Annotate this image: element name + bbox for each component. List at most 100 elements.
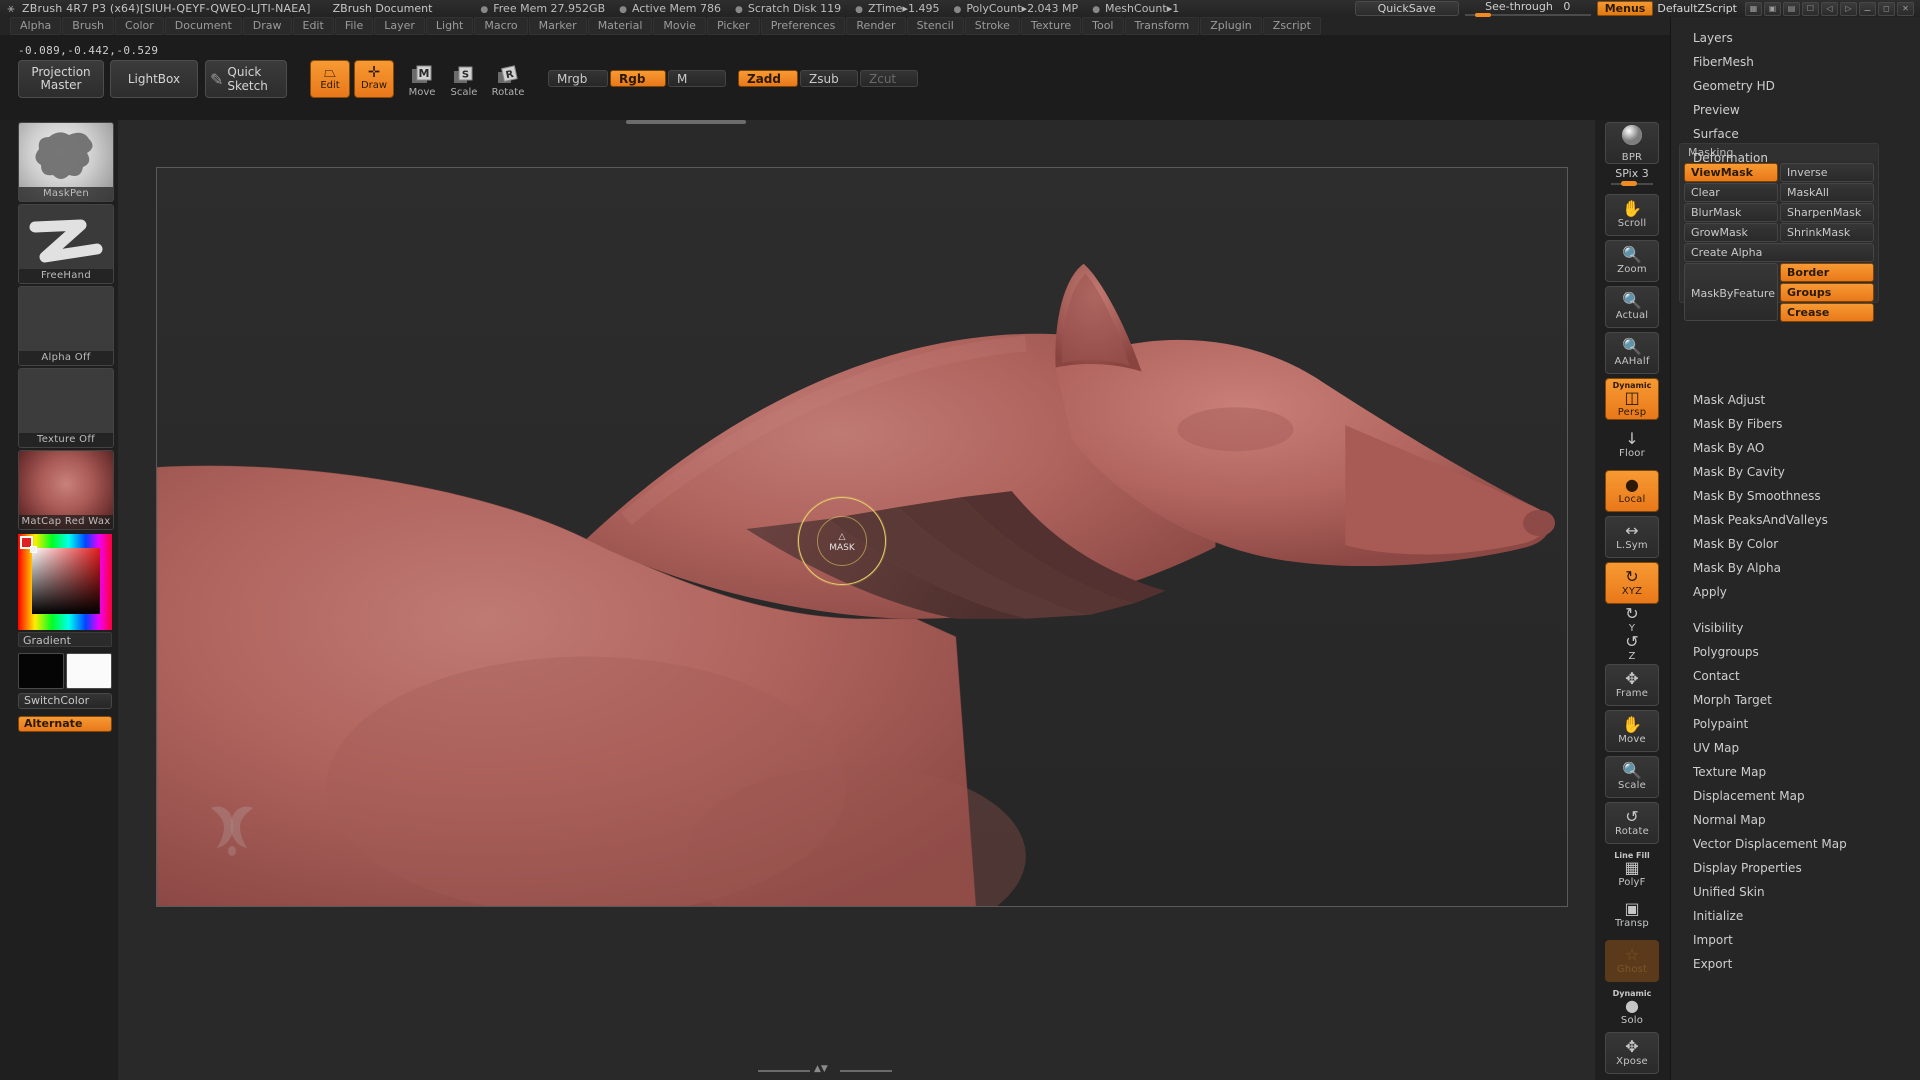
shelf-button-z[interactable]: ↺ Z — [1605, 634, 1659, 663]
menu-item-stencil[interactable]: Stencil — [906, 17, 964, 35]
groups-button[interactable]: Groups — [1780, 283, 1874, 302]
window-icon[interactable]: ☐ — [1802, 1, 1819, 16]
growmask-button[interactable]: GrowMask — [1684, 223, 1778, 242]
material-slot[interactable]: MatCap Red Wax — [18, 450, 114, 530]
projection-master-button[interactable]: Projection Master — [18, 60, 104, 98]
tool-row-surface[interactable]: Surface — [1681, 125, 1881, 144]
tool-row-contact[interactable]: Contact — [1681, 667, 1881, 686]
shelf-button-zoom[interactable]: 🔍 Zoom — [1605, 240, 1659, 282]
menus-button[interactable]: Menus — [1596, 1, 1654, 16]
mask-row-mask-adjust[interactable]: Mask Adjust — [1681, 391, 1881, 410]
menu-item-render[interactable]: Render — [846, 17, 906, 35]
shelf-button-actual[interactable]: 🔍 Actual — [1605, 286, 1659, 328]
menu-item-zplugin[interactable]: Zplugin — [1200, 17, 1262, 35]
mask-row-mask-by-ao[interactable]: Mask By AO — [1681, 439, 1881, 458]
shelf-button-persp[interactable]: Dynamic ◫ Persp — [1605, 378, 1659, 420]
close-icon[interactable]: ✕ — [1897, 1, 1914, 16]
menu-item-preferences[interactable]: Preferences — [760, 17, 846, 35]
spix-knob[interactable] — [1621, 181, 1637, 186]
tool-row-display-properties[interactable]: Display Properties — [1681, 859, 1881, 878]
menu-item-layer[interactable]: Layer — [374, 17, 425, 35]
tool-row-displacement-map[interactable]: Displacement Map — [1681, 787, 1881, 806]
draw-mode-button[interactable]: ✛ Draw — [354, 60, 394, 98]
canvas-top-handle[interactable] — [626, 120, 746, 124]
gradient-button[interactable]: Gradient — [18, 632, 112, 647]
shrinkmask-button[interactable]: ShrinkMask — [1780, 223, 1874, 242]
saturation-value-square[interactable] — [32, 548, 100, 614]
blurmask-button[interactable]: BlurMask — [1684, 203, 1778, 222]
tool-row-uv-map[interactable]: UV Map — [1681, 739, 1881, 758]
mask-row-mask-by-cavity[interactable]: Mask By Cavity — [1681, 463, 1881, 482]
tool-row-polygroups[interactable]: Polygroups — [1681, 643, 1881, 662]
zsub-button[interactable]: Zsub — [800, 70, 858, 87]
sharpenmask-button[interactable]: SharpenMask — [1780, 203, 1874, 222]
tray-left-icon[interactable]: ◁ — [1821, 1, 1838, 16]
primary-color-swatch[interactable] — [18, 653, 64, 689]
menu-item-marker[interactable]: Marker — [528, 17, 587, 35]
maskall-button[interactable]: MaskAll — [1780, 183, 1874, 202]
tool-row-morph-target[interactable]: Morph Target — [1681, 691, 1881, 710]
menu-item-brush[interactable]: Brush — [62, 17, 115, 35]
menu-item-edit[interactable]: Edit — [292, 17, 334, 35]
lightbox-button[interactable]: LightBox — [110, 60, 198, 98]
menu-item-color[interactable]: Color — [115, 17, 164, 35]
mask-row-mask-by-smoothness[interactable]: Mask By Smoothness — [1681, 487, 1881, 506]
document-frame[interactable]: △ MASK — [156, 167, 1568, 907]
mask-row-apply[interactable]: Apply — [1681, 583, 1881, 602]
alternate-button[interactable]: Alternate — [18, 716, 112, 732]
mrgb-button[interactable]: Mrgb — [548, 70, 608, 87]
shelf-button-scale[interactable]: 🔍 Scale — [1605, 756, 1659, 798]
tool-row-vector-displacement-map[interactable]: Vector Displacement Map — [1681, 835, 1881, 854]
tool-row-visibility[interactable]: Visibility — [1681, 619, 1881, 638]
tool-row-deformation[interactable]: Deformation — [1681, 149, 1881, 168]
rotate-mode-button[interactable]: R Rotate — [486, 62, 530, 98]
quicksave-button[interactable]: QuickSave — [1354, 1, 1459, 16]
tray-right-icon[interactable]: ▷ — [1840, 1, 1857, 16]
shelf-button-floor[interactable]: ↓ Floor — [1605, 424, 1659, 466]
menu-item-macro[interactable]: Macro — [474, 17, 528, 35]
clear-mask-button[interactable]: Clear — [1684, 183, 1778, 202]
menu-item-file[interactable]: File — [334, 17, 374, 35]
mask-row-mask-peaksandvalleys[interactable]: Mask PeaksAndValleys — [1681, 511, 1881, 530]
menu-item-texture[interactable]: Texture — [1020, 17, 1082, 35]
mask-row-mask-by-fibers[interactable]: Mask By Fibers — [1681, 415, 1881, 434]
tool-row-polypaint[interactable]: Polypaint — [1681, 715, 1881, 734]
shelf-button-transp[interactable]: ▣ Transp — [1605, 894, 1659, 936]
crease-button[interactable]: Crease — [1780, 303, 1874, 322]
brush-slot[interactable]: MaskPen — [18, 122, 114, 202]
shelf-button-rotate[interactable]: ↺ Rotate — [1605, 802, 1659, 844]
tool-row-texture-map[interactable]: Texture Map — [1681, 763, 1881, 782]
shelf-button-xyz[interactable]: ↻ XYZ — [1605, 562, 1659, 604]
create-alpha-button[interactable]: Create Alpha — [1684, 243, 1874, 262]
alpha-slot[interactable]: Alpha Off — [18, 286, 114, 366]
menu-item-light[interactable]: Light — [425, 17, 474, 35]
edit-mode-button[interactable]: ⏢ Edit — [310, 60, 350, 98]
menu-item-stroke[interactable]: Stroke — [964, 17, 1020, 35]
maskbyfeature-button[interactable]: MaskByFeature — [1684, 263, 1778, 321]
texture-slot[interactable]: Texture Off — [18, 368, 114, 448]
menu-item-transform[interactable]: Transform — [1124, 17, 1200, 35]
menu-item-zscript[interactable]: Zscript — [1262, 17, 1321, 35]
bpr-button[interactable]: BPR — [1605, 122, 1659, 164]
menu-item-picker[interactable]: Picker — [706, 17, 760, 35]
canvas-bottom-scroll[interactable]: ▲▼ — [758, 1064, 892, 1074]
m-button[interactable]: M — [668, 70, 726, 87]
see-through-slider[interactable]: See-through 0 — [1464, 0, 1591, 17]
secondary-color-swatch[interactable] — [66, 653, 112, 689]
move-mode-button[interactable]: M Move — [402, 62, 442, 98]
quick-sketch-button[interactable]: ✎ Quick Sketch — [205, 60, 287, 98]
stroke-slot[interactable]: FreeHand — [18, 204, 114, 284]
shelf-button-xpose[interactable]: ✥ Xpose — [1605, 1032, 1659, 1074]
color-cursor[interactable] — [30, 546, 37, 553]
zadd-button[interactable]: Zadd — [738, 70, 798, 87]
default-zscript-label[interactable]: DefaultZScript — [1657, 2, 1737, 15]
shelf-button-move[interactable]: ✋ Move — [1605, 710, 1659, 752]
tool-row-preview[interactable]: Preview — [1681, 101, 1881, 120]
shelf-button-local[interactable]: ● Local — [1605, 470, 1659, 512]
color-picker[interactable] — [18, 534, 112, 630]
shelf-button-l-sym[interactable]: ↔ L.Sym — [1605, 516, 1659, 558]
layout-icon[interactable]: ▣ — [1764, 1, 1781, 16]
tool-row-geometry-hd[interactable]: Geometry HD — [1681, 77, 1881, 96]
grid-icon[interactable]: ▦ — [1745, 1, 1762, 16]
shelf-button-aahalf[interactable]: 🔍 AAHalf — [1605, 332, 1659, 374]
